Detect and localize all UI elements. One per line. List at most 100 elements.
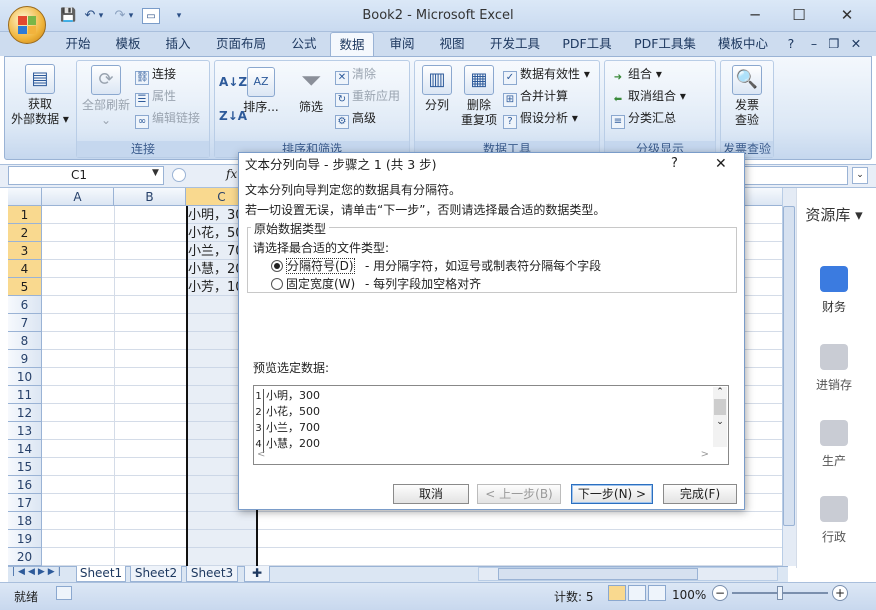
- expand-formula-icon[interactable]: ⌄: [852, 167, 868, 184]
- row-header-12[interactable]: 12: [8, 404, 42, 422]
- row-header-2[interactable]: 2: [8, 224, 42, 242]
- preview-vscroll[interactable]: ⌃ ⌄: [713, 387, 727, 447]
- vertical-scroll-thumb[interactable]: [783, 206, 795, 526]
- formula-cancel-icon[interactable]: [172, 168, 186, 182]
- close-button[interactable]: ✕: [824, 0, 870, 30]
- preview-scroll-up-icon[interactable]: ⌃: [713, 387, 727, 397]
- row-header-17[interactable]: 17: [8, 494, 42, 512]
- tab-page-layout[interactable]: 页面布局: [206, 32, 276, 56]
- refresh-all-button[interactable]: ⟳ 全部刷新 ⌄: [79, 65, 133, 128]
- row-header-1[interactable]: 1: [8, 206, 42, 224]
- ribbon-restore-icon[interactable]: ❐: [826, 32, 842, 56]
- macro-record-icon[interactable]: [56, 586, 72, 600]
- back-button[interactable]: < 上一步(B): [477, 484, 561, 504]
- ribbon-close-icon[interactable]: ✕: [848, 32, 864, 56]
- dialog-close-button[interactable]: ✕: [715, 156, 727, 172]
- row-header-15[interactable]: 15: [8, 458, 42, 476]
- page-break-view-icon[interactable]: [648, 585, 666, 601]
- column-header-a[interactable]: A: [42, 188, 114, 206]
- page-layout-view-icon[interactable]: [628, 585, 646, 601]
- resource-item-inventory[interactable]: 进销存: [796, 344, 872, 393]
- filter-button[interactable]: ⏷ 筛选: [291, 67, 331, 115]
- preview-hscroll[interactable]: < >: [253, 449, 713, 463]
- finish-button[interactable]: 完成(F): [663, 484, 737, 504]
- help-icon[interactable]: ?: [782, 32, 800, 56]
- edit-links-button[interactable]: ∞ 编辑链接: [135, 109, 200, 129]
- office-button[interactable]: [8, 6, 46, 44]
- row-header-18[interactable]: 18: [8, 512, 42, 530]
- name-box-dropdown-icon[interactable]: ▼: [152, 168, 159, 178]
- ribbon-minimize-icon[interactable]: –: [806, 32, 822, 56]
- properties-button[interactable]: ☰ 属性: [135, 87, 176, 107]
- zoom-in-icon[interactable]: +: [832, 585, 848, 601]
- column-header-b[interactable]: B: [114, 188, 186, 206]
- subtotal-button[interactable]: ≡ 分类汇总: [611, 109, 676, 129]
- row-header-19[interactable]: 19: [8, 530, 42, 548]
- preview-scroll-down-icon[interactable]: ⌄: [713, 417, 727, 427]
- text-to-columns-button[interactable]: ▥ 分列: [419, 65, 455, 113]
- sheet-tab-1[interactable]: Sheet1: [76, 566, 126, 582]
- tab-developer[interactable]: 开发工具: [480, 32, 550, 56]
- resource-item-production[interactable]: 生产: [796, 420, 872, 469]
- tab-review[interactable]: 审阅: [380, 32, 424, 56]
- resource-item-admin[interactable]: 行政: [796, 496, 872, 545]
- cancel-button[interactable]: 取消: [393, 484, 469, 504]
- remove-duplicates-button[interactable]: ▦ 删除 重复项: [459, 65, 499, 128]
- row-header-5[interactable]: 5: [8, 278, 42, 296]
- get-external-data-button[interactable]: ▤ 获取 外部数据 ▾: [8, 64, 72, 127]
- row-header-7[interactable]: 7: [8, 314, 42, 332]
- dialog-help-button[interactable]: ?: [671, 156, 678, 171]
- minimize-button[interactable]: ─: [732, 0, 778, 30]
- resource-library-title[interactable]: 资源库 ▾: [796, 204, 872, 225]
- tab-template-center[interactable]: 模板中心: [712, 32, 774, 56]
- zoom-slider-thumb[interactable]: [777, 586, 783, 600]
- row-header-14[interactable]: 14: [8, 440, 42, 458]
- tab-data[interactable]: 数据: [330, 32, 374, 57]
- undo-dropdown-icon[interactable]: ▾: [96, 8, 106, 24]
- row-header-6[interactable]: 6: [8, 296, 42, 314]
- reapply-button[interactable]: ↻ 重新应用: [335, 87, 400, 107]
- redo-dropdown-icon[interactable]: ▾: [126, 8, 136, 24]
- advanced-filter-button[interactable]: ⚙ 高级: [335, 109, 376, 129]
- resource-item-finance[interactable]: 财务: [796, 266, 872, 315]
- save-icon[interactable]: 💾: [60, 8, 76, 24]
- horizontal-scroll-thumb[interactable]: [498, 568, 698, 580]
- clear-filter-button[interactable]: ✕ 清除: [335, 65, 376, 85]
- sheet-tab-2[interactable]: Sheet2: [130, 566, 182, 582]
- tab-insert[interactable]: 插入: [156, 32, 200, 56]
- maximize-button[interactable]: ☐: [776, 0, 822, 30]
- tab-home[interactable]: 开始: [56, 32, 100, 56]
- preview-scroll-right-icon[interactable]: >: [701, 449, 713, 460]
- tab-formulas[interactable]: 公式: [282, 32, 326, 56]
- quick-print-icon[interactable]: ▭: [142, 8, 160, 24]
- row-header-3[interactable]: 3: [8, 242, 42, 260]
- invoice-check-button[interactable]: 🔍 发票 查验: [721, 65, 773, 128]
- normal-view-icon[interactable]: [608, 585, 626, 601]
- row-header-9[interactable]: 9: [8, 350, 42, 368]
- tab-pdf-tools[interactable]: PDF工具: [556, 32, 618, 56]
- insert-function-icon[interactable]: fx: [226, 167, 237, 181]
- what-if-button[interactable]: ? 假设分析 ▾: [503, 109, 578, 129]
- sheet-tab-3[interactable]: Sheet3: [186, 566, 238, 582]
- row-header-13[interactable]: 13: [8, 422, 42, 440]
- row-header-4[interactable]: 4: [8, 260, 42, 278]
- tab-view[interactable]: 视图: [430, 32, 474, 56]
- tab-template[interactable]: 模板: [106, 32, 150, 56]
- row-header-11[interactable]: 11: [8, 386, 42, 404]
- preview-scroll-left-icon[interactable]: <: [253, 449, 265, 460]
- row-header-10[interactable]: 10: [8, 368, 42, 386]
- preview-scroll-thumb[interactable]: [714, 399, 726, 415]
- row-header-16[interactable]: 16: [8, 476, 42, 494]
- next-button[interactable]: 下一步(N) >: [571, 484, 653, 504]
- row-header-20[interactable]: 20: [8, 548, 42, 566]
- tab-pdf-toolset[interactable]: PDF工具集: [628, 32, 702, 56]
- fixed-width-radio[interactable]: [271, 278, 283, 290]
- row-header-8[interactable]: 8: [8, 332, 42, 350]
- name-box[interactable]: C1: [8, 166, 164, 185]
- insert-sheet-icon[interactable]: ✚: [244, 566, 270, 582]
- zoom-out-icon[interactable]: −: [712, 585, 728, 601]
- ungroup-button[interactable]: ⬅ 取消组合 ▾: [611, 87, 686, 105]
- group-rows-button[interactable]: ➜ 组合 ▾: [611, 65, 662, 83]
- delimited-option[interactable]: 分隔符号(D): [271, 257, 355, 274]
- data-validation-button[interactable]: ✓ 数据有效性 ▾: [503, 65, 590, 85]
